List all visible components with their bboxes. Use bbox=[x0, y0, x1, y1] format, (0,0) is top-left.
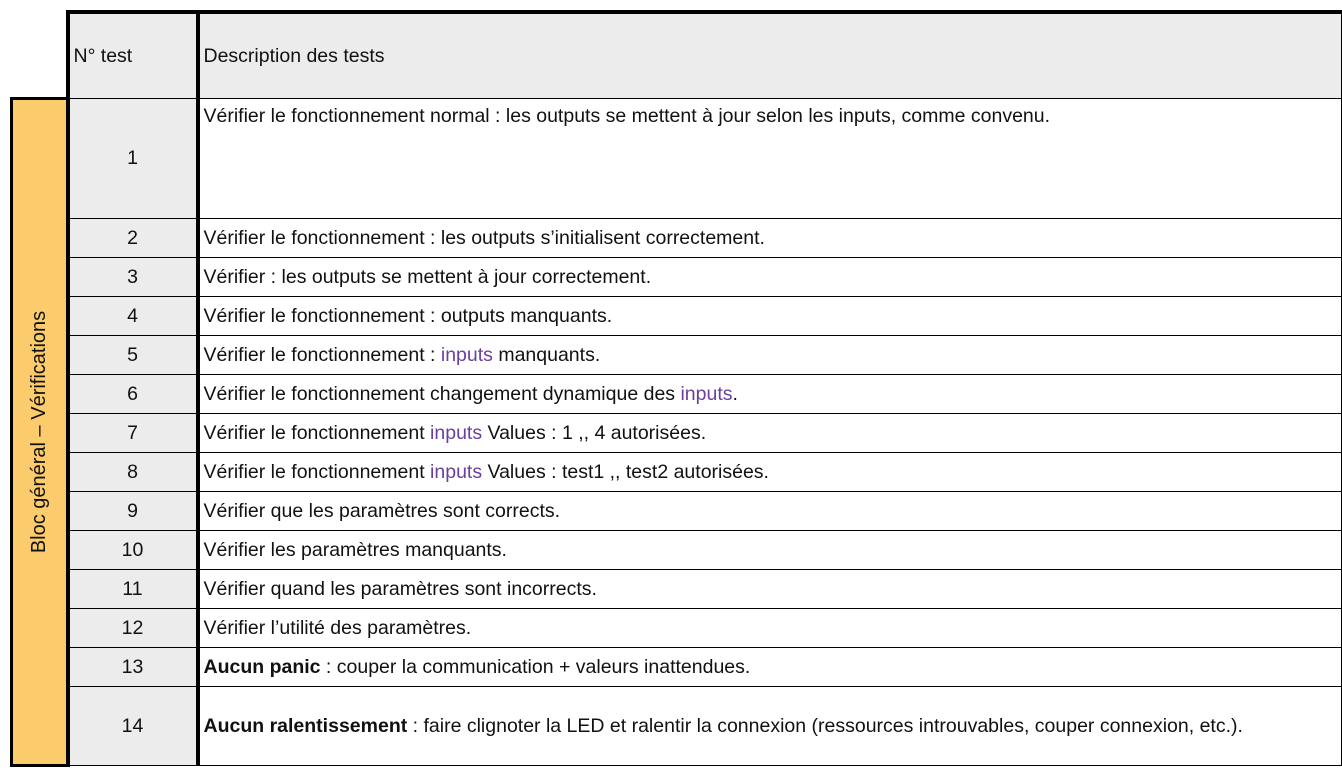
desc-text: Values : test1 ,, test2 autorisées. bbox=[482, 460, 769, 483]
desc-text: manquants. bbox=[492, 343, 601, 366]
table-row: 10 Vérifier les paramètres manquants. bbox=[12, 529, 1342, 570]
row-num: 2 bbox=[67, 217, 200, 258]
row-num: 4 bbox=[67, 295, 200, 336]
row-num: 1 bbox=[67, 97, 200, 219]
header-desc: Description des tests bbox=[195, 10, 1342, 99]
table-row: Bloc général – Vérifications 1 Vérifier … bbox=[10, 96, 1342, 767]
desc-text: Vérifier le fonctionnement changement dy… bbox=[203, 382, 681, 405]
row-num: 9 bbox=[67, 490, 200, 531]
desc-text: : faire clignoter la LED et ralentir la … bbox=[407, 714, 1243, 737]
keyword-inputs: inputs bbox=[430, 421, 483, 444]
row-num: 14 bbox=[67, 685, 200, 766]
row-num: 13 bbox=[67, 646, 200, 687]
table-row: 13 Aucun panic : couper la communication… bbox=[12, 646, 1342, 687]
row-num: 8 bbox=[67, 451, 200, 492]
row-num: 3 bbox=[67, 256, 200, 297]
table-row: 4 Vérifier le fonctionnement : outputs m… bbox=[12, 295, 1342, 336]
keyword-inputs: inputs bbox=[440, 343, 493, 366]
test-table: N° test Description des tests Bloc génér… bbox=[10, 10, 1342, 767]
blank-corner bbox=[12, 12, 68, 98]
row-num: 6 bbox=[67, 373, 200, 414]
row-desc: Vérifier que les paramètres sont correct… bbox=[197, 490, 1342, 531]
desc-text: Vérifier le fonctionnement bbox=[203, 460, 431, 483]
desc-text: Vérifier le fonctionnement : bbox=[203, 343, 441, 366]
row-desc: Aucun panic : couper la communication + … bbox=[197, 646, 1342, 687]
row-desc: Vérifier le fonctionnement : inputs manq… bbox=[197, 334, 1342, 375]
header-num: N° test bbox=[65, 10, 198, 99]
row-desc: Vérifier le fonctionnement : outputs man… bbox=[197, 295, 1342, 336]
row-num: 5 bbox=[67, 334, 200, 375]
row-desc: Vérifier le fonctionnement normal : les … bbox=[197, 97, 1342, 219]
desc-text: . bbox=[732, 382, 738, 405]
row-desc: Vérifier : les outputs se mettent à jour… bbox=[197, 256, 1342, 297]
row-num: 12 bbox=[67, 607, 200, 648]
row-num: 10 bbox=[67, 529, 200, 570]
table-row: 14 Aucun ralentissement : faire clignote… bbox=[12, 685, 1342, 766]
row-desc: Vérifier quand les paramètres sont incor… bbox=[197, 568, 1342, 609]
table-row: 6 Vérifier le fonctionnement changement … bbox=[12, 373, 1342, 414]
side-category-label: Bloc général – Vérifications bbox=[28, 310, 51, 553]
row-desc: Vérifier le fonctionnement changement dy… bbox=[197, 373, 1342, 414]
row-desc: Aucun ralentissement : faire clignoter l… bbox=[197, 685, 1342, 766]
desc-bold: Aucun panic bbox=[203, 655, 321, 678]
table-row: 8 Vérifier le fonctionnement inputs Valu… bbox=[12, 451, 1342, 492]
table-row: 5 Vérifier le fonctionnement : inputs ma… bbox=[12, 334, 1342, 375]
row-desc: Vérifier l’utilité des paramètres. bbox=[197, 607, 1342, 648]
desc-text: Vérifier le fonctionnement bbox=[203, 421, 431, 444]
header-row: N° test Description des tests bbox=[12, 10, 1342, 99]
row-desc: Vérifier le fonctionnement inputs Values… bbox=[197, 451, 1342, 492]
table-row: 3 Vérifier : les outputs se mettent à jo… bbox=[12, 256, 1342, 297]
desc-text: Values : 1 ,, 4 autorisées. bbox=[482, 421, 707, 444]
table-row: 2 Vérifier le fonctionnement : les outpu… bbox=[12, 217, 1342, 258]
desc-bold: Aucun ralentissement bbox=[203, 714, 408, 737]
test-table-container: N° test Description des tests Bloc génér… bbox=[0, 0, 1342, 777]
row-num: 11 bbox=[67, 568, 200, 609]
side-category: Bloc général – Vérifications bbox=[10, 96, 70, 767]
table-row: 11 Vérifier quand les paramètres sont in… bbox=[12, 568, 1342, 609]
row-desc: Vérifier les paramètres manquants. bbox=[197, 529, 1342, 570]
table-row: 9 Vérifier que les paramètres sont corre… bbox=[12, 490, 1342, 531]
desc-text: : couper la communication + valeurs inat… bbox=[320, 655, 751, 678]
row-desc: Vérifier le fonctionnement : les outputs… bbox=[197, 217, 1342, 258]
row-desc: Vérifier le fonctionnement inputs Values… bbox=[197, 412, 1342, 453]
table-row: 7 Vérifier le fonctionnement inputs Valu… bbox=[12, 412, 1342, 453]
keyword-inputs: inputs bbox=[430, 460, 483, 483]
keyword-inputs: inputs bbox=[680, 382, 733, 405]
table-row: 12 Vérifier l’utilité des paramètres. bbox=[12, 607, 1342, 648]
row-num: 7 bbox=[67, 412, 200, 453]
